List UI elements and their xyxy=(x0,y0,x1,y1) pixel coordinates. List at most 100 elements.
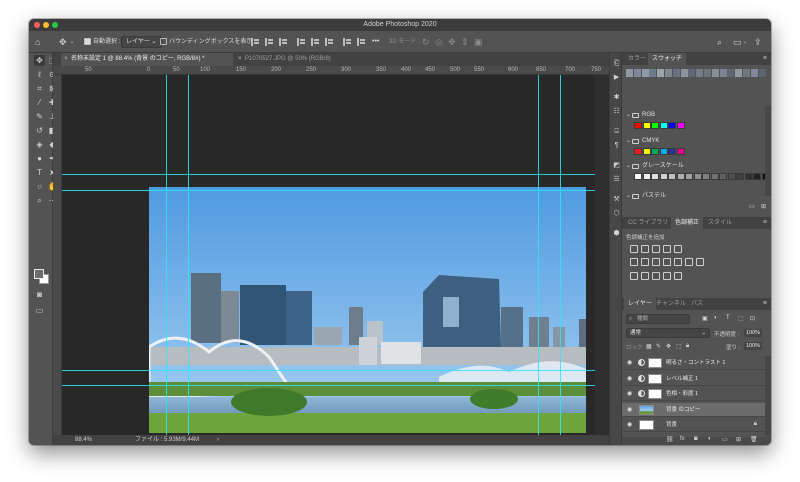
vertical-scrollbar[interactable] xyxy=(595,75,609,435)
layer-name[interactable]: 背景 xyxy=(666,418,677,432)
swatch-chip[interactable] xyxy=(642,173,651,180)
swatch-chip[interactable] xyxy=(634,122,642,129)
layer-name[interactable]: 明るさ・コントラスト 1 xyxy=(666,356,725,370)
share-icon[interactable]: ⇪ xyxy=(754,36,762,48)
tab-cc-libraries[interactable]: CC ライブラリ xyxy=(624,217,672,229)
tab-channels[interactable]: チャンネル xyxy=(652,298,690,310)
brush-settings-icon[interactable]: ✱ xyxy=(612,93,621,102)
swatch-group[interactable]: ⌄ RGB xyxy=(622,111,762,120)
layer-filter-input[interactable]: ⌕ 種類 xyxy=(626,314,690,324)
3d-pan-icon[interactable]: ✥ xyxy=(448,36,456,48)
screen-mode-icon[interactable]: ▭ xyxy=(34,305,45,316)
swatch-chip[interactable] xyxy=(693,173,702,180)
swatch-chip[interactable] xyxy=(634,148,642,155)
distribute-middle-icon[interactable] xyxy=(357,38,365,46)
posterize-icon[interactable] xyxy=(641,272,649,280)
color-lookup-icon[interactable] xyxy=(685,258,693,266)
channel-mixer-icon[interactable] xyxy=(674,258,682,266)
swatch-chip[interactable] xyxy=(659,173,668,180)
swatch-chip[interactable] xyxy=(659,148,668,155)
swatch-group[interactable]: ⌄ CMYK xyxy=(622,137,762,146)
swatch-chip[interactable] xyxy=(651,122,659,129)
guide-vertical[interactable] xyxy=(188,75,189,435)
layers-scrollbar[interactable] xyxy=(765,356,771,436)
tab-styles[interactable]: スタイル xyxy=(704,217,736,229)
paragraph-panel-icon[interactable]: ¶ xyxy=(612,141,621,150)
align-left-icon[interactable] xyxy=(251,38,259,46)
group-icon[interactable]: ▭ xyxy=(722,436,728,443)
lock-all-icon[interactable]: 🔒︎ xyxy=(686,343,689,350)
filter-adjustment-icon[interactable]: ◐ xyxy=(714,315,718,321)
document-tab[interactable]: × P1070527.JPG @ 50% (RGB/8) xyxy=(235,53,339,66)
layer-row[interactable]: ◉ 背景 のコピー xyxy=(622,402,765,417)
recent-swatch[interactable] xyxy=(665,69,672,77)
guide-vertical[interactable] xyxy=(560,75,561,435)
lock-transparency-icon[interactable]: ▦ xyxy=(646,343,652,350)
fx-icon[interactable]: fx xyxy=(680,436,685,442)
guide-vertical[interactable] xyxy=(538,75,539,435)
recent-swatch[interactable] xyxy=(649,69,657,77)
tool-presets-icon[interactable]: ⚒ xyxy=(612,195,621,204)
blend-mode-select[interactable]: 通常 ⌄ xyxy=(626,328,710,338)
bounding-box-checkbox[interactable] xyxy=(160,38,167,45)
layer-name[interactable]: レベル補正 1 xyxy=(666,372,698,386)
mask-icon[interactable]: ◙ xyxy=(694,436,698,442)
recent-swatch[interactable] xyxy=(641,69,649,77)
swatch-chip[interactable] xyxy=(634,173,642,180)
threshold-icon[interactable] xyxy=(652,272,660,280)
layer-row[interactable]: ◉ 色相・彩度 1 xyxy=(622,387,765,401)
swatch-chip[interactable] xyxy=(753,173,761,180)
swatch-chip[interactable] xyxy=(651,173,659,180)
recent-swatch[interactable] xyxy=(696,69,704,77)
search-icon[interactable]: ⌕ xyxy=(717,36,722,48)
recent-swatch[interactable] xyxy=(626,69,633,77)
tab-paths[interactable]: パス xyxy=(687,298,707,310)
workspace-dropdown-icon[interactable]: ⌄ xyxy=(743,36,747,48)
panel-menu-icon[interactable]: ≡ xyxy=(763,298,767,310)
levels-icon[interactable] xyxy=(641,245,649,253)
swatch-chip[interactable] xyxy=(719,173,727,180)
recent-swatch[interactable] xyxy=(743,69,750,77)
brushes-panel-icon[interactable]: ☷ xyxy=(612,107,621,116)
dodge-tool-icon[interactable]: ● xyxy=(34,153,45,164)
brush-tool-icon[interactable]: ✎ xyxy=(34,111,45,122)
eye-icon[interactable]: ◉ xyxy=(627,390,632,397)
tab-color[interactable]: カラー xyxy=(624,53,650,65)
swatch-chip[interactable] xyxy=(642,148,651,155)
home-icon[interactable]: ⌂ xyxy=(35,36,40,48)
fill-field[interactable]: 100% xyxy=(744,342,763,350)
layer-mask-thumbnail[interactable] xyxy=(648,358,662,368)
zoom-tool-icon[interactable]: ⌕ xyxy=(34,195,45,206)
close-tab-icon[interactable]: × xyxy=(64,53,68,66)
swatch-chip[interactable] xyxy=(710,173,719,180)
align-center-icon[interactable] xyxy=(265,38,273,46)
move-tool-icon[interactable]: ✥ xyxy=(34,55,45,66)
swatch-chip[interactable] xyxy=(676,122,685,129)
swatch-chip[interactable] xyxy=(702,173,710,180)
align-middle-icon[interactable] xyxy=(311,38,319,46)
properties-panel-icon[interactable]: ☰ xyxy=(612,175,621,184)
glyphs-panel-icon[interactable]: ◩ xyxy=(612,161,621,170)
panel-menu-icon[interactable]: ≡ xyxy=(763,217,767,229)
chevron-down-icon[interactable]: ⌄ xyxy=(626,162,631,171)
filter-type-icon[interactable]: T xyxy=(726,315,730,321)
layer-row[interactable]: ◉ 背景 🔒︎ xyxy=(622,418,765,432)
lock-position-icon[interactable]: ✥ xyxy=(666,343,671,350)
recent-swatch[interactable] xyxy=(688,69,696,77)
swatch-chip[interactable] xyxy=(676,148,685,155)
swatch-chip[interactable] xyxy=(736,173,744,180)
swatch-chip[interactable] xyxy=(659,122,668,129)
character-panel-icon[interactable]: ⍈ xyxy=(612,127,621,136)
tab-adjustments[interactable]: 色調補正 xyxy=(671,217,704,229)
move-tool-dropdown-icon[interactable]: ⌄ xyxy=(70,36,74,48)
recent-swatch[interactable] xyxy=(750,69,758,77)
paint-bucket-tool-icon[interactable]: ◈ xyxy=(34,139,45,150)
lock-artboard-icon[interactable]: ⬚ xyxy=(676,343,682,350)
new-group-icon[interactable]: ▭ xyxy=(749,203,755,210)
filter-shape-icon[interactable]: ⬚ xyxy=(738,315,744,322)
new-swatch-icon[interactable]: ⊞ xyxy=(761,203,766,210)
align-right-icon[interactable] xyxy=(279,38,287,46)
align-top-icon[interactable] xyxy=(297,38,305,46)
grid-icon[interactable] xyxy=(696,258,704,266)
trash-icon[interactable]: 🗑︎ xyxy=(750,436,758,443)
